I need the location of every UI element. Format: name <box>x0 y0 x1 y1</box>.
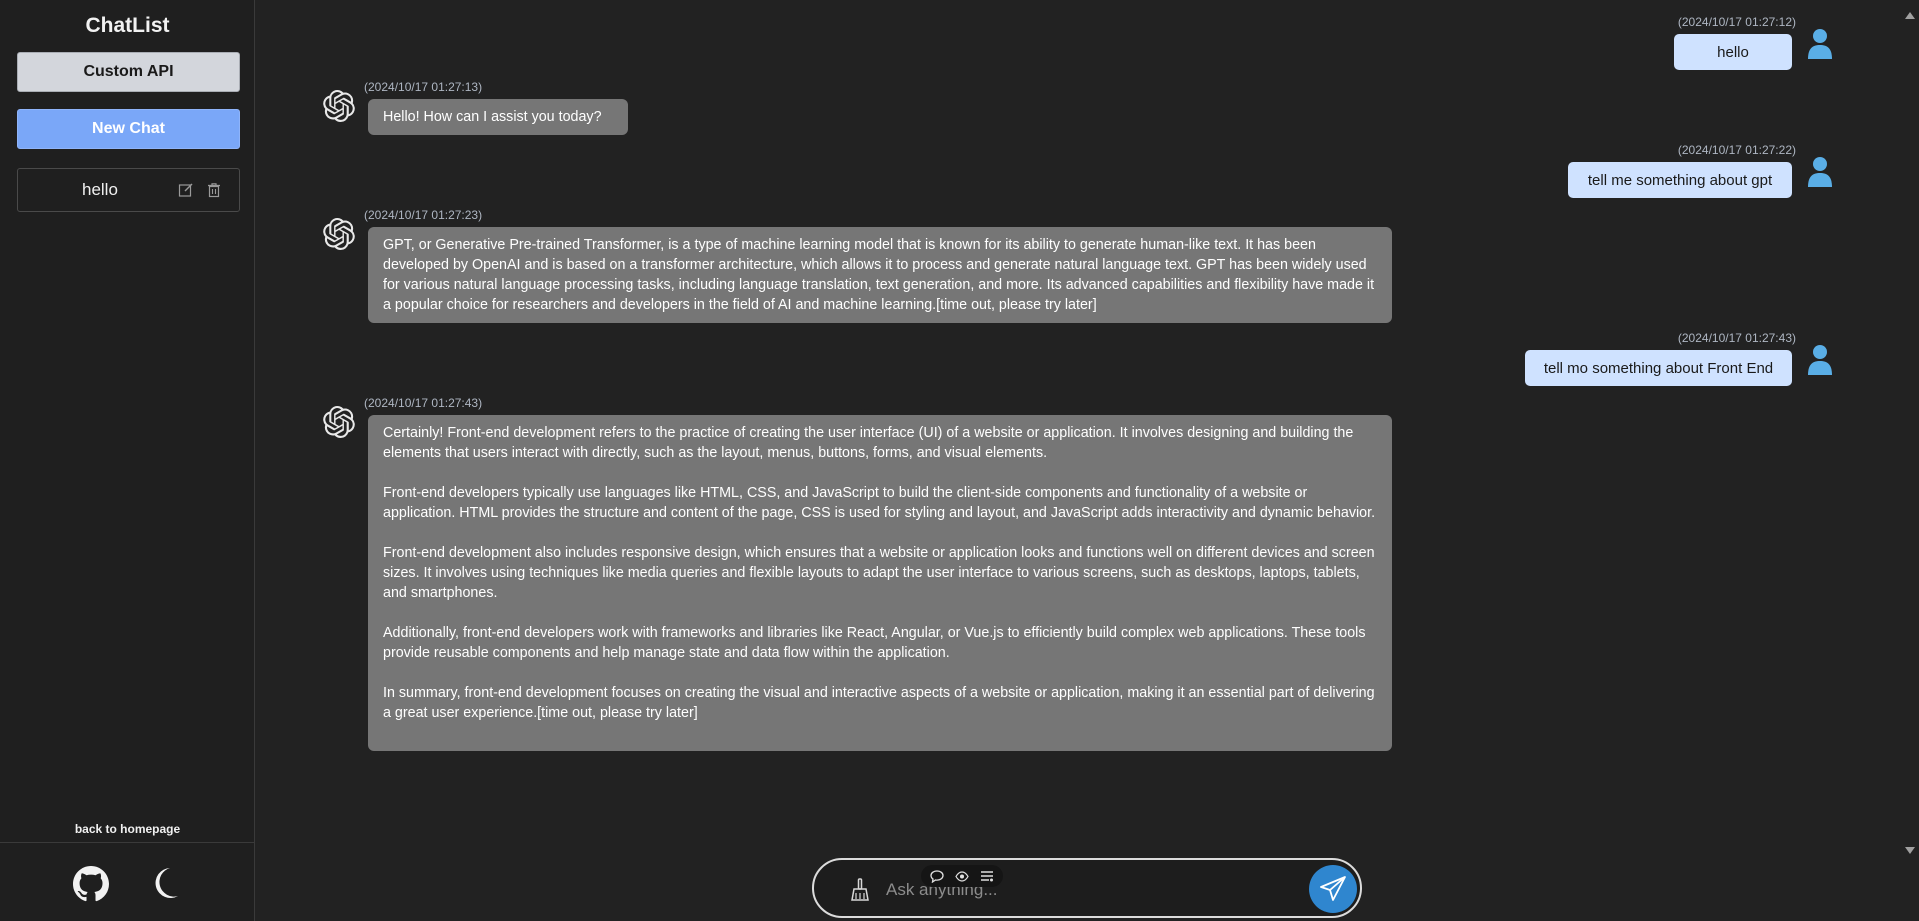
message-timestamp: (2024/10/17 01:27:22) <box>1677 143 1796 157</box>
message-timestamp: (2024/10/17 01:27:43) <box>364 396 483 410</box>
assistant-message-bubble: Certainly! Front-end development refers … <box>368 415 1392 751</box>
assistant-message-text: GPT, or Generative Pre-trained Transform… <box>383 237 1375 313</box>
custom-api-button[interactable]: Custom API <box>17 52 240 92</box>
broom-icon[interactable] <box>850 878 870 902</box>
back-to-homepage-link[interactable]: back to homepage <box>0 822 255 836</box>
eye-icon[interactable] <box>953 869 971 883</box>
user-message-bubble: tell me something about gpt <box>1568 162 1792 198</box>
openai-logo-icon <box>323 406 355 438</box>
message-timestamp: (2024/10/17 01:27:43) <box>1677 331 1796 345</box>
user-message-bubble: hello <box>1674 34 1792 70</box>
github-icon[interactable] <box>73 866 109 902</box>
chat-list-item-label: hello <box>82 180 118 199</box>
assistant-message-paragraph: Front-end developers typically use langu… <box>383 485 1376 521</box>
edit-icon[interactable] <box>178 182 194 198</box>
send-button[interactable] <box>1309 865 1357 913</box>
openai-logo-icon <box>323 218 355 250</box>
assistant-message-bubble: Hello! How can I assist you today? <box>368 99 628 135</box>
user-avatar-icon <box>1808 345 1832 375</box>
assistant-message-bubble: GPT, or Generative Pre-trained Transform… <box>368 227 1392 323</box>
message-timestamp: (2024/10/17 01:27:13) <box>364 80 483 94</box>
paper-plane-icon <box>1320 876 1346 901</box>
user-avatar-icon <box>1808 29 1832 59</box>
new-chat-button[interactable]: New Chat <box>17 109 240 149</box>
user-avatar-icon <box>1808 157 1832 187</box>
assistant-message-text: Hello! How can I assist you today? <box>383 109 602 125</box>
assistant-message-paragraph: Front-end development also includes resp… <box>383 545 1375 601</box>
moon-icon[interactable] <box>150 866 180 900</box>
list-settings-icon[interactable] <box>978 869 996 883</box>
sidebar: ChatList Custom API New Chat hello back … <box>0 0 255 921</box>
message-timestamp: (2024/10/17 01:27:12) <box>1677 15 1796 29</box>
chat-bubble-icon[interactable] <box>928 869 946 883</box>
app-title: ChatList <box>85 14 170 37</box>
trash-icon[interactable] <box>206 182 222 198</box>
scroll-down-arrow[interactable] <box>1905 847 1915 854</box>
assistant-message-paragraph: Additionally, front-end developers work … <box>383 625 1366 661</box>
sidebar-divider <box>0 842 254 843</box>
assistant-message-paragraph: In summary, front-end development focuse… <box>383 685 1375 721</box>
scroll-up-arrow[interactable] <box>1905 12 1915 19</box>
openai-logo-icon <box>323 90 355 122</box>
user-message-bubble: tell mo something about Front End <box>1525 350 1792 386</box>
message-timestamp: (2024/10/17 01:27:23) <box>364 208 483 222</box>
chat-list-item[interactable]: hello <box>17 168 240 212</box>
assistant-message-paragraph: Certainly! Front-end development refers … <box>383 425 1354 461</box>
composer-mini-toolbar <box>921 865 1003 887</box>
message-composer <box>812 858 1362 918</box>
